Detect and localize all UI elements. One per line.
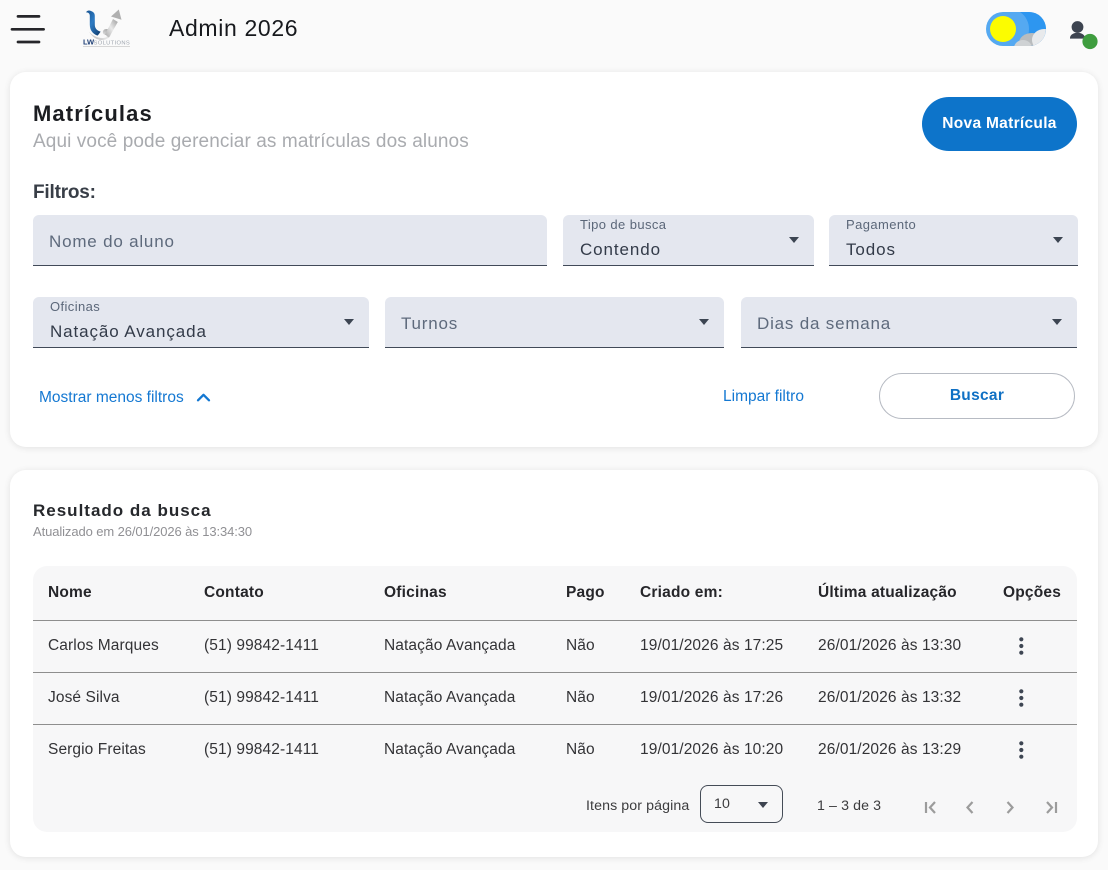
svg-text:SOLUTIONS: SOLUTIONS: [94, 40, 131, 46]
